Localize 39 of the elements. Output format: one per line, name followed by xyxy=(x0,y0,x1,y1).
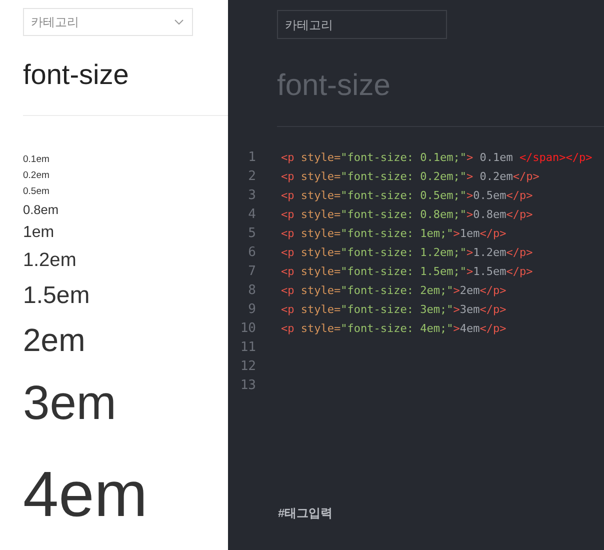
post-title: font-size xyxy=(23,58,129,92)
code-line: <p style="font-size: 0.1em;"> 0.1em </span></p> xyxy=(281,151,592,164)
sample-text: 1.2em xyxy=(23,250,76,272)
code-line: <p style="font-size: 1.5em;">1.5em</p> xyxy=(281,265,533,278)
line-number: 9 xyxy=(247,302,256,317)
line-number: 3 xyxy=(247,188,256,203)
post-title: font-size xyxy=(277,69,390,103)
sample-text: 0.1em xyxy=(23,154,50,165)
chevron-down-icon xyxy=(174,19,184,25)
sample-text: 0.5em xyxy=(23,186,50,197)
line-number: 10 xyxy=(239,321,256,336)
line-number: 5 xyxy=(247,226,256,241)
tag-field[interactable]: #태그입력 xyxy=(278,506,438,520)
sample-text: 2em xyxy=(23,322,86,358)
code-line: <p style="font-size: 4em;">4em</p> xyxy=(281,322,506,335)
code-line: <p style="font-size: 2em;">2em</p> xyxy=(281,284,506,297)
sample-text: 1.5em xyxy=(23,282,90,309)
line-number: 1 xyxy=(247,150,256,165)
line-number: 4 xyxy=(247,207,256,222)
category-field[interactable]: 카테고리 xyxy=(277,10,447,39)
line-number: 12 xyxy=(239,359,256,374)
category-select[interactable]: 카테고리 xyxy=(23,8,193,36)
sample-text: 3em xyxy=(23,377,116,430)
code-line: <p style="font-size: 1em;">1em</p> xyxy=(281,227,506,240)
code-line: <p style="font-size: 1.2em;">1.2em</p> xyxy=(281,246,533,259)
code-line: <p style="font-size: 0.8em;">0.8em</p> xyxy=(281,208,533,221)
line-number: 7 xyxy=(247,264,256,279)
sample-text: 1em xyxy=(23,224,54,242)
sample-text: 0.8em xyxy=(23,202,59,217)
sample-text: 4em xyxy=(23,458,148,530)
sample-text: 0.2em xyxy=(23,170,50,181)
line-number: 11 xyxy=(239,340,256,355)
code-line: <p style="font-size: 0.2em;"> 0.2em</p> xyxy=(281,170,540,183)
code-line: <p style="font-size: 3em;">3em</p> xyxy=(281,303,506,316)
line-number: 13 xyxy=(239,378,256,393)
code-line: <p style="font-size: 0.5em;">0.5em</p> xyxy=(281,189,533,202)
line-number: 6 xyxy=(247,245,256,260)
line-number: 2 xyxy=(247,169,256,184)
line-number: 8 xyxy=(247,283,256,298)
